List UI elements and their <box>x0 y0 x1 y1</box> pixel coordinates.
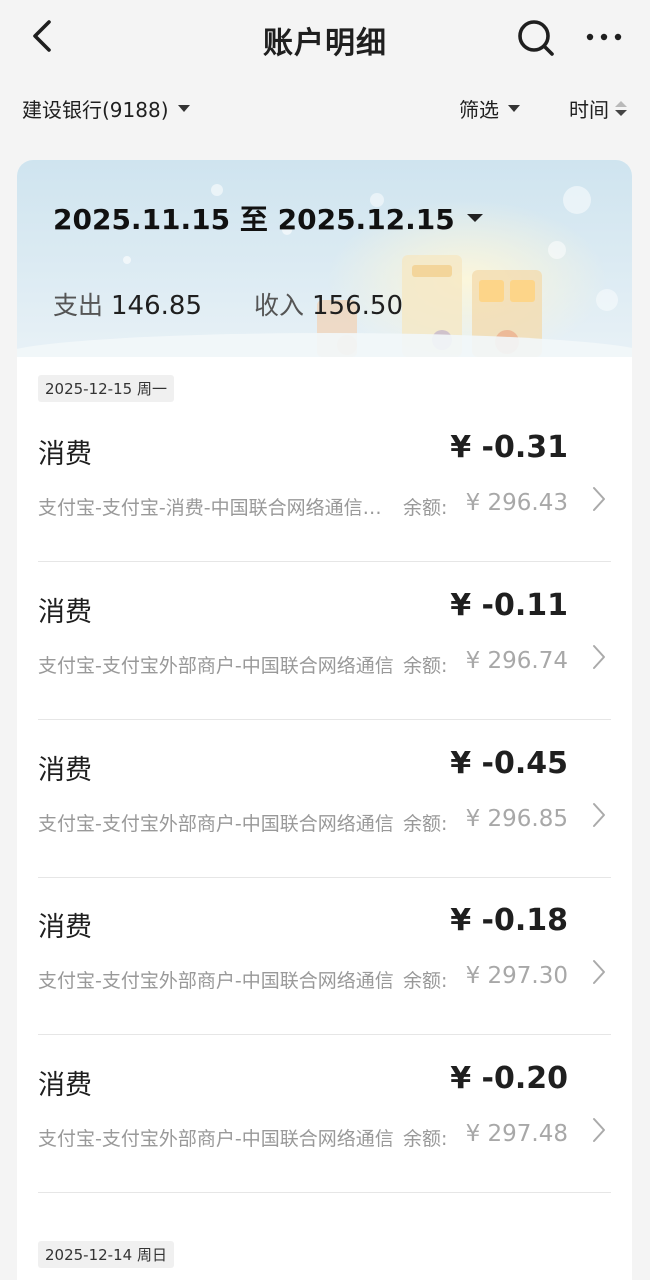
transaction-amount: ¥ -0.31 <box>450 430 568 465</box>
filter-button[interactable]: 筛选 <box>459 94 520 123</box>
date-group-header: 2025-12-14 周日 <box>38 1241 174 1268</box>
chevron-right-icon <box>593 960 605 984</box>
transaction-row[interactable]: 消费 ¥ -0.45 支付宝-支付宝外部商户-中国联合网络通信 余额: ¥ 29… <box>38 720 611 878</box>
filter-row: 建设银行(9188) 筛选 时间 <box>0 86 650 130</box>
balance-label: 余额: <box>403 813 448 835</box>
account-select[interactable]: 建设银行(9188) <box>22 94 190 123</box>
chevron-right-icon <box>593 1118 605 1142</box>
transaction-type: 消费 <box>38 912 92 943</box>
sort-icon <box>615 101 627 116</box>
expense-label: 支出 <box>53 291 104 320</box>
balance-label: 余额: <box>403 497 448 519</box>
winter-scene-illustration <box>17 184 632 357</box>
transaction-description: 支付宝-支付宝外部商户-中国联合网络通信 <box>38 655 394 677</box>
transaction-balance: ¥ 296.43 <box>465 490 568 516</box>
transaction-row[interactable]: 消费 ¥ -0.20 支付宝-支付宝外部商户-中国联合网络通信 余额: ¥ 29… <box>38 1035 611 1193</box>
income-label: 收入 <box>254 291 305 320</box>
transactions-card: 2025.11.15 至 2025.12.15 支出 146.85 收入 156… <box>17 160 632 1280</box>
transaction-amount: ¥ -0.45 <box>450 746 568 781</box>
transaction-balance: ¥ 296.85 <box>465 806 568 832</box>
transaction-description: 支付宝-支付宝外部商户-中国联合网络通信 <box>38 1128 394 1150</box>
transaction-amount: ¥ -0.11 <box>450 588 568 623</box>
transaction-row[interactable]: 消费 ¥ -0.31 支付宝-支付宝-消费-中国联合网络通信有限公司 余额: ¥… <box>38 404 611 562</box>
caret-down-icon <box>466 214 483 222</box>
date-group-header: 2025-12-15 周一 <box>38 375 174 402</box>
balance-label: 余额: <box>403 1128 448 1150</box>
transaction-type: 消费 <box>38 1070 92 1101</box>
transaction-amount: ¥ -0.18 <box>450 903 568 938</box>
chevron-right-icon <box>593 487 605 511</box>
transaction-description: 支付宝-支付宝外部商户-中国联合网络通信 <box>38 970 394 992</box>
date-range-text: 2025.11.15 至 2025.12.15 <box>53 203 455 236</box>
income-total: 收入 156.50 <box>254 286 403 322</box>
account-select-label: 建设银行(9188) <box>22 98 169 122</box>
summary-banner: 2025.11.15 至 2025.12.15 支出 146.85 收入 156… <box>17 160 632 357</box>
expense-value: 146.85 <box>111 291 202 321</box>
transaction-row[interactable]: 消费 ¥ -0.18 支付宝-支付宝外部商户-中国联合网络通信 余额: ¥ 29… <box>38 877 611 1035</box>
transaction-type: 消费 <box>38 597 92 628</box>
transaction-balance: ¥ 296.74 <box>465 648 568 674</box>
caret-down-icon <box>508 105 520 112</box>
time-sort-label: 时间 <box>569 98 609 122</box>
chevron-right-icon <box>593 645 605 669</box>
balance-label: 余额: <box>403 655 448 677</box>
transaction-balance: ¥ 297.48 <box>465 1121 568 1147</box>
transaction-type: 消费 <box>38 439 92 470</box>
top-nav-bar: 账户明细 <box>0 0 650 76</box>
balance-label: 余额: <box>403 970 448 992</box>
chevron-right-icon <box>593 803 605 827</box>
transaction-balance: ¥ 297.30 <box>465 963 568 989</box>
income-value: 156.50 <box>312 291 403 321</box>
date-range-selector[interactable]: 2025.11.15 至 2025.12.15 <box>53 198 483 238</box>
transaction-description: 支付宝-支付宝外部商户-中国联合网络通信 <box>38 813 394 835</box>
caret-down-icon <box>177 105 190 112</box>
search-icon[interactable] <box>514 16 558 60</box>
transaction-amount: ¥ -0.20 <box>450 1061 568 1096</box>
filter-button-label: 筛选 <box>459 98 499 122</box>
transaction-row[interactable]: 消费 ¥ -0.11 支付宝-支付宝外部商户-中国联合网络通信 余额: ¥ 29… <box>38 562 611 720</box>
transaction-type: 消费 <box>38 755 92 786</box>
more-dots-icon[interactable] <box>584 22 624 52</box>
time-sort-button[interactable]: 时间 <box>569 94 627 123</box>
transaction-description: 支付宝-支付宝-消费-中国联合网络通信有限公司 <box>38 497 400 519</box>
expense-total: 支出 146.85 <box>53 286 202 322</box>
totals-summary: 支出 146.85 收入 156.50 <box>53 286 403 322</box>
